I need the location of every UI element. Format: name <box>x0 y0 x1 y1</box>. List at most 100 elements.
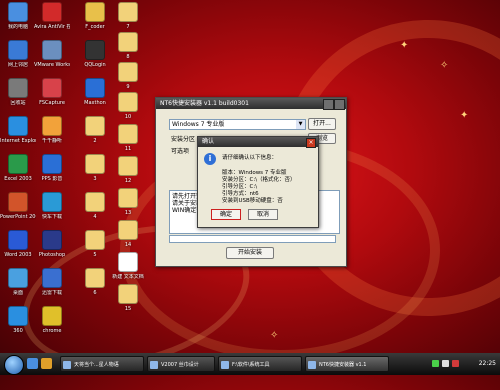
desktop-icon[interactable]: 千千静听 <box>34 116 70 144</box>
antivirus-icon[interactable] <box>452 360 459 367</box>
desktop-icon[interactable]: 10 <box>110 92 146 120</box>
desktop-icon-label: 千千静听 <box>41 138 62 144</box>
desktop-icon[interactable]: 11 <box>110 124 146 152</box>
task-label: V2007 丝巾设计 <box>161 362 199 368</box>
desktop-icon[interactable]: QQLogin <box>77 40 113 68</box>
desktop-icon-label: 新建 文本文档 <box>112 274 144 280</box>
app-icon <box>118 124 138 144</box>
desktop-icon[interactable]: Photoshop <box>34 230 70 258</box>
dialog-title: 确认 <box>202 138 215 145</box>
desktop-icon[interactable]: 15 <box>110 284 146 312</box>
quick-launch-icon[interactable] <box>41 358 52 369</box>
desktop-icon-label: 4 <box>93 214 97 220</box>
chevron-down-icon[interactable]: ▼ <box>296 120 305 129</box>
version-select[interactable]: Windows 7 专业版 ▼ <box>169 119 306 130</box>
desktop-icon-label: F_coder <box>85 24 105 30</box>
desktop-icon[interactable]: 我的电脑 <box>0 2 36 30</box>
app-icon <box>8 78 28 98</box>
desktop-icon[interactable]: 桌面 <box>0 268 36 296</box>
desktop-icon[interactable]: 快车下载 <box>34 192 70 220</box>
desktop-icon[interactable]: 14 <box>110 220 146 248</box>
clock[interactable]: 22:25 <box>479 353 496 375</box>
desktop-icon-label: Internet Explorer <box>0 138 36 144</box>
desktop-icon-label: Avira AntiVir 控制中心 <box>34 24 70 30</box>
app-icon <box>42 230 62 250</box>
app-icon <box>118 2 138 22</box>
desktop-icon[interactable]: 6 <box>77 268 113 296</box>
app-icon <box>42 306 62 326</box>
start-button[interactable] <box>4 355 24 375</box>
installer-titlebar[interactable]: NT6快捷安装器 v1.1 build0301 <box>156 98 346 110</box>
desktop-icon-label: 13 <box>124 210 132 216</box>
open-button[interactable]: 打开... <box>308 118 336 130</box>
app-icon <box>85 192 105 212</box>
show-desktop-icon[interactable] <box>27 358 38 369</box>
desktop-icon-label: QQLogin <box>84 62 106 68</box>
wallpaper-sparkle: ✦ <box>400 40 409 51</box>
desktop-icon[interactable]: 新建 文本文档 <box>110 252 146 280</box>
app-icon <box>118 92 138 112</box>
version-select-value: Windows 7 专业版 <box>172 121 225 128</box>
desktop-icon[interactable]: 7 <box>110 2 146 30</box>
desktop-icon-label: 8 <box>126 54 130 60</box>
close-icon[interactable]: × <box>306 138 316 148</box>
desktop-icon[interactable]: FSCapture <box>34 78 70 106</box>
volume-icon[interactable] <box>442 360 449 367</box>
desktop-icon[interactable]: 360 <box>0 306 36 334</box>
wallpaper-sparkle: ✧ <box>270 330 279 341</box>
task-button[interactable]: 天将当个...星人物语 <box>60 356 144 372</box>
desktop-icon[interactable]: 8 <box>110 32 146 60</box>
desktop-icon[interactable]: 9 <box>110 62 146 90</box>
desktop-icon[interactable]: VMware Workstation <box>34 40 70 68</box>
desktop-icon[interactable]: 网上邻居 <box>0 40 36 68</box>
cancel-button[interactable]: 取消 <box>248 209 278 220</box>
desktop-icon[interactable]: 13 <box>110 188 146 216</box>
desktop-icon[interactable]: 12 <box>110 156 146 184</box>
install-progress-bar <box>169 235 336 243</box>
confirm-dialog: 确认 × i 请仔细确认以下信息： 版本：Windows 7 专业版 安装分区：… <box>197 136 319 228</box>
app-icon <box>85 78 105 98</box>
ok-button[interactable]: 确定 <box>211 209 241 220</box>
desktop-icon[interactable]: 回收站 <box>0 78 36 106</box>
task-label: 天将当个...星人物语 <box>74 362 119 368</box>
desktop-icon[interactable]: Maxthon <box>77 78 113 106</box>
desktop-icon-label: 9 <box>126 84 130 90</box>
network-icon[interactable] <box>432 360 439 367</box>
task-label: F:\软件\系统工具 <box>232 362 270 368</box>
desktop-icon[interactable]: Avira AntiVir 控制中心 <box>34 2 70 30</box>
app-icon <box>85 154 105 174</box>
desktop-icon[interactable]: 5 <box>77 230 113 258</box>
desktop-icon-label: Photoshop <box>38 252 66 258</box>
task-button[interactable]: F:\软件\系统工具 <box>218 356 302 372</box>
desktop-icon[interactable]: Excel 2003 <box>0 154 36 182</box>
app-icon <box>8 268 28 288</box>
desktop-icon[interactable]: PPS 影音 <box>34 154 70 182</box>
desktop-icon[interactable]: 2 <box>77 116 113 144</box>
desktop-icon[interactable]: 迅雷下载 <box>34 268 70 296</box>
app-icon <box>8 40 28 60</box>
desktop-icon-label: 3 <box>93 176 97 182</box>
desktop-icon[interactable]: chrome <box>34 306 70 334</box>
desktop-icon[interactable]: F_coder <box>77 2 113 30</box>
dialog-line: 安装到USB移动硬盘：否 <box>222 198 283 204</box>
desktop-icon-label: 12 <box>124 178 132 184</box>
desktop-icon[interactable]: Internet Explorer <box>0 116 36 144</box>
task-button[interactable]: V2007 丝巾设计 <box>147 356 215 372</box>
window-icon <box>63 361 71 369</box>
desktop-icon-label: 我的电脑 <box>7 24 28 30</box>
desktop-icon[interactable]: 4 <box>77 192 113 220</box>
wallpaper-sparkle: ✦ <box>460 110 469 121</box>
dialog-titlebar[interactable]: 确认 × <box>198 137 318 148</box>
start-install-button[interactable]: 开始安装 <box>226 247 274 259</box>
desktop-icon-label: 迅雷下载 <box>41 290 62 296</box>
wallpaper-sparkle: ✧ <box>440 60 449 71</box>
info-icon: i <box>204 153 216 165</box>
app-icon <box>118 284 138 304</box>
app-icon <box>118 252 138 272</box>
desktop-icon[interactable]: PowerPoint 2003 <box>0 192 36 220</box>
desktop-icon[interactable]: 3 <box>77 154 113 182</box>
desktop-icon[interactable]: Word 2003 <box>0 230 36 258</box>
task-button-active[interactable]: NT6快捷安装器 v1.1 <box>305 356 389 372</box>
desktop-icon-label: Maxthon <box>84 100 106 106</box>
folder-icon <box>221 361 229 369</box>
